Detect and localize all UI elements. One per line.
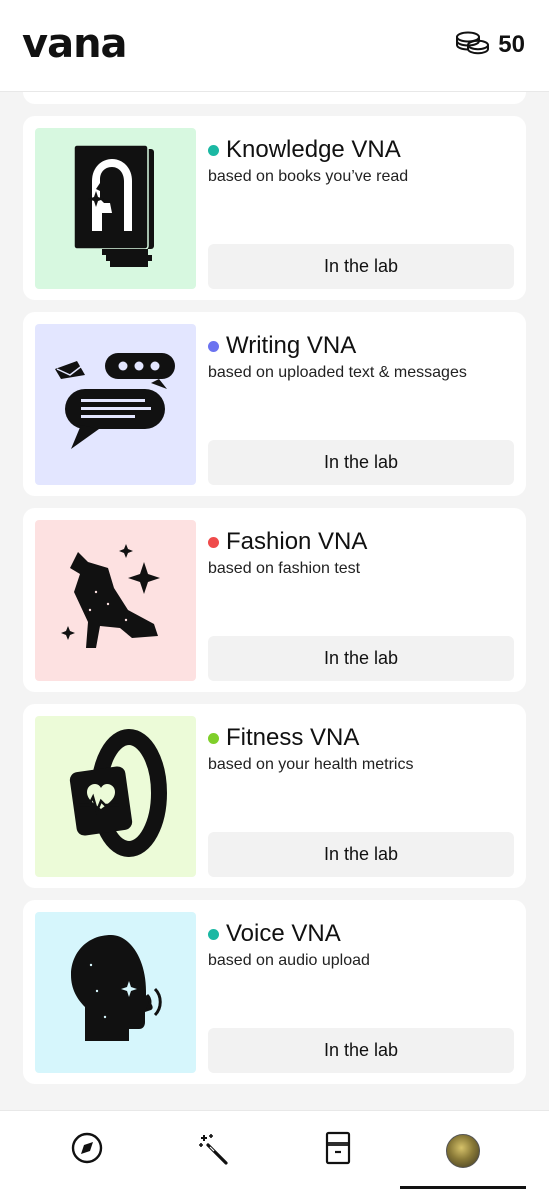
smartwatch-icon	[61, 729, 171, 864]
card-header: Fashion VNA	[208, 528, 367, 556]
coins-icon	[454, 30, 490, 61]
card-subtitle: based on audio upload	[208, 952, 370, 969]
card-subtitle: based on books you’ve read	[208, 168, 409, 185]
vna-card-list: Knowledge VNA based on books you’ve read…	[23, 92, 526, 1084]
bottom-navigation	[0, 1110, 549, 1189]
card-title: Fitness VNA	[226, 724, 360, 751]
card-subtitle: based on your health metrics	[208, 756, 414, 773]
in-the-lab-button[interactable]: In the lab	[208, 244, 514, 289]
card-title: Knowledge VNA	[226, 136, 401, 163]
card-thumbnail	[35, 324, 196, 485]
card-title: Writing VNA	[226, 332, 357, 359]
in-the-lab-button[interactable]: In the lab	[208, 440, 514, 485]
status-dot	[208, 536, 219, 548]
status-dot	[208, 732, 219, 744]
in-the-lab-button[interactable]: In the lab	[208, 1028, 514, 1073]
nav-profile[interactable]	[394, 1111, 531, 1189]
vna-card-fitness[interactable]: Fitness VNA based on your health metrics…	[23, 704, 526, 888]
in-the-lab-button[interactable]: In the lab	[208, 636, 514, 681]
magic-wand-icon	[196, 1131, 230, 1170]
in-the-lab-button[interactable]: In the lab	[208, 832, 514, 877]
card-thumbnail	[35, 912, 196, 1073]
nav-explore[interactable]	[18, 1111, 155, 1189]
status-dot	[208, 928, 219, 940]
boot-icon	[56, 538, 176, 663]
card-thumbnail	[35, 520, 196, 681]
compass-icon	[70, 1131, 104, 1170]
card-thumbnail	[35, 128, 196, 289]
vna-card-fashion[interactable]: Fashion VNA based on fashion test In the…	[23, 508, 526, 692]
book-face-icon	[66, 141, 166, 276]
app-header: vana 50	[0, 0, 549, 92]
chat-bubbles-icon	[51, 347, 181, 462]
vna-card-knowledge[interactable]: Knowledge VNA based on books you’ve read…	[23, 116, 526, 300]
card-header: Fitness VNA	[208, 724, 359, 752]
card-header: Writing VNA	[208, 332, 356, 360]
card-subtitle: based on uploaded text & messages	[208, 364, 467, 381]
card-title: Fashion VNA	[226, 528, 368, 555]
nav-create[interactable]	[144, 1111, 281, 1189]
previous-card-edge	[23, 92, 526, 104]
nav-storage[interactable]	[269, 1111, 406, 1189]
coin-balance[interactable]: 50	[454, 30, 525, 60]
status-dot	[208, 144, 219, 156]
vana-logo[interactable]: vana	[22, 24, 128, 64]
coins-value: 50	[498, 31, 525, 58]
cabinet-icon	[325, 1131, 351, 1170]
vna-card-voice[interactable]: Voice VNA based on audio upload In the l…	[23, 900, 526, 1084]
vna-card-writing[interactable]: Writing VNA based on uploaded text & mes…	[23, 312, 526, 496]
card-thumbnail	[35, 716, 196, 877]
status-dot	[208, 340, 219, 352]
card-title: Voice VNA	[226, 920, 341, 947]
card-header: Voice VNA	[208, 920, 341, 948]
profile-avatar	[445, 1133, 480, 1168]
card-header: Knowledge VNA	[208, 136, 401, 164]
head-voice-icon	[61, 925, 171, 1060]
card-subtitle: based on fashion test	[208, 560, 361, 577]
